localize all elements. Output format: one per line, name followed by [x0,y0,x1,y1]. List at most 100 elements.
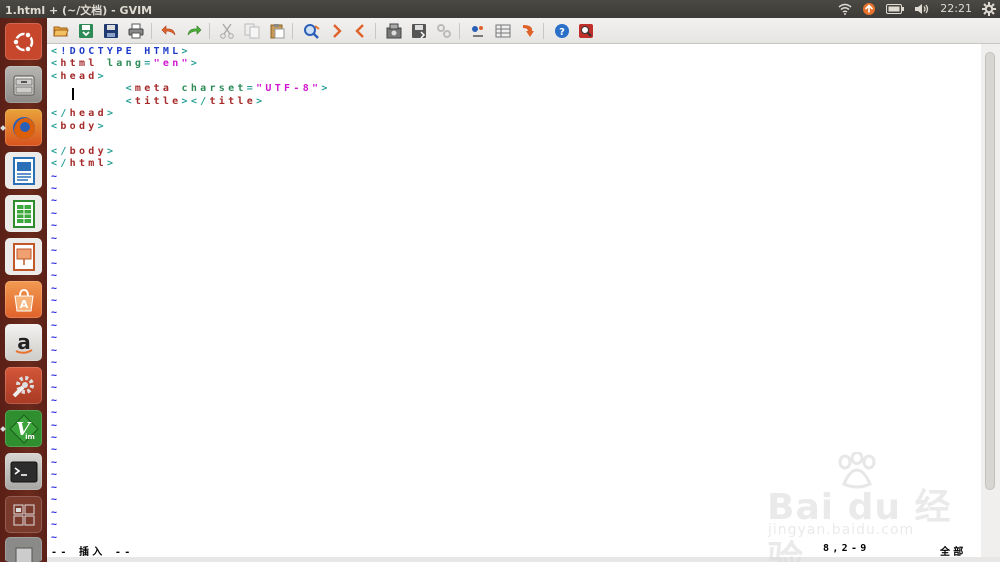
empty-line-tilde: ~ [51,506,61,518]
code-line[interactable]: </html> [51,158,116,170]
find-help-icon[interactable] [578,23,594,39]
software-bag-icon: A [13,288,34,311]
svg-text:im: im [25,433,35,441]
open-icon[interactable] [53,23,69,39]
code-token: < [51,120,61,132]
code-token: "en" [153,58,191,70]
make-icon[interactable] [470,23,486,39]
help-icon[interactable]: ? [554,23,570,39]
update-icon[interactable] [862,2,876,16]
code-token: body [60,120,98,132]
svg-text:A: A [19,298,28,311]
code-token: > [106,158,117,170]
vim-launcher[interactable]: Vim [0,409,43,448]
code-token: </ [51,158,70,170]
volume-icon[interactable] [914,3,930,15]
clock[interactable]: 22:21 [940,1,972,17]
code-token: > [181,46,191,57]
scrollbar-thumb[interactable] [985,52,995,490]
ubuntu-dash-button[interactable] [4,22,43,61]
svg-text:a: a [17,330,31,354]
ctags-icon[interactable] [520,23,536,39]
code-token: < [51,83,135,95]
code-line[interactable]: <head> [51,71,107,83]
empty-line-tilde: ~ [51,207,61,219]
amazon-icon: a [15,330,33,354]
code-token: > [97,70,107,82]
watermark-url: jingyan.baidu.com [768,522,915,538]
impress-launcher[interactable] [4,237,43,276]
writer-launcher[interactable] [4,151,43,190]
indicator-area: 22:21 [838,1,996,17]
window-title: 1.html + (~/文档) - GVIM [5,4,153,17]
empty-line-tilde: ~ [51,382,61,394]
vertical-scrollbar[interactable] [981,44,1000,557]
code-token: !DOCTYPE HTML [60,46,182,57]
firefox-icon [12,116,35,139]
gear-icon[interactable] [982,2,996,16]
empty-line-tilde: ~ [51,232,61,244]
paste-icon[interactable] [269,23,285,39]
code-token: title [134,95,182,107]
empty-line-tilde: ~ [51,282,61,294]
code-token: html [69,158,107,170]
code-line[interactable]: <!DOCTYPE HTML> [51,46,191,58]
software-center-launcher[interactable]: A [4,280,43,319]
empty-line-tilde: ~ [51,394,61,406]
undo-icon[interactable] [161,23,177,39]
code-line[interactable]: <meta charset="UTF-8"> [51,83,331,95]
battery-icon[interactable] [886,4,905,14]
save-icon[interactable] [78,23,94,39]
impress-presentation-icon [12,242,35,271]
print-icon[interactable] [128,23,144,39]
code-token: ></ [181,95,210,107]
empty-line-tilde: ~ [51,182,61,194]
trash-launcher[interactable] [4,536,43,562]
empty-line-tilde: ~ [51,257,61,269]
code-token: > [106,145,117,157]
code-line[interactable]: </head> [51,108,116,120]
calc-spreadsheet-icon [12,199,35,228]
code-token: </ [51,145,70,157]
wifi-icon[interactable] [838,3,852,15]
save-all-icon[interactable] [103,23,119,39]
run-script-icon[interactable] [436,23,452,39]
load-session-icon[interactable] [386,23,402,39]
trash-icon [15,547,32,562]
empty-line-tilde: ~ [51,419,61,431]
code-token: < [51,46,61,57]
calc-launcher[interactable] [4,194,43,233]
copy-icon[interactable] [244,23,260,39]
empty-line-tilde: ~ [51,444,61,456]
code-token: meta [134,83,173,95]
shell-icon[interactable] [495,23,511,39]
code-token: > [256,95,266,107]
files-launcher[interactable] [4,65,43,104]
empty-line-tilde: ~ [51,494,61,506]
code-token: </ [51,108,70,120]
code-line[interactable]: <html lang="en"> [51,58,200,70]
baidu-watermark: Bai du 经验 jingyan.baidu.com [762,452,952,562]
empty-line-tilde: ~ [51,344,61,356]
firefox-launcher[interactable] [0,108,43,147]
redo-icon[interactable] [186,23,202,39]
writer-document-icon [12,156,35,185]
workspace-switcher[interactable] [4,495,43,534]
find-replace-icon[interactable] [303,23,320,39]
cut-icon[interactable] [219,23,235,39]
empty-line-tilde: ~ [51,407,61,419]
code-line[interactable]: <body> [51,121,107,133]
code-line[interactable]: </body> [51,146,116,158]
empty-line-tilde: ~ [51,245,61,257]
empty-line-tilde: ~ [51,357,61,369]
save-session-icon[interactable] [411,23,427,39]
amazon-launcher[interactable]: a [4,323,43,362]
code-token: charset [172,83,247,95]
system-settings-launcher[interactable] [4,366,43,405]
text-cursor [72,88,74,100]
terminal-launcher[interactable] [4,452,43,491]
mode-indicator: -- 插入 -- [51,547,134,558]
find-prev-icon[interactable] [352,23,368,39]
find-next-icon[interactable] [329,23,345,39]
code-line[interactable]: <title></title> [51,96,265,108]
